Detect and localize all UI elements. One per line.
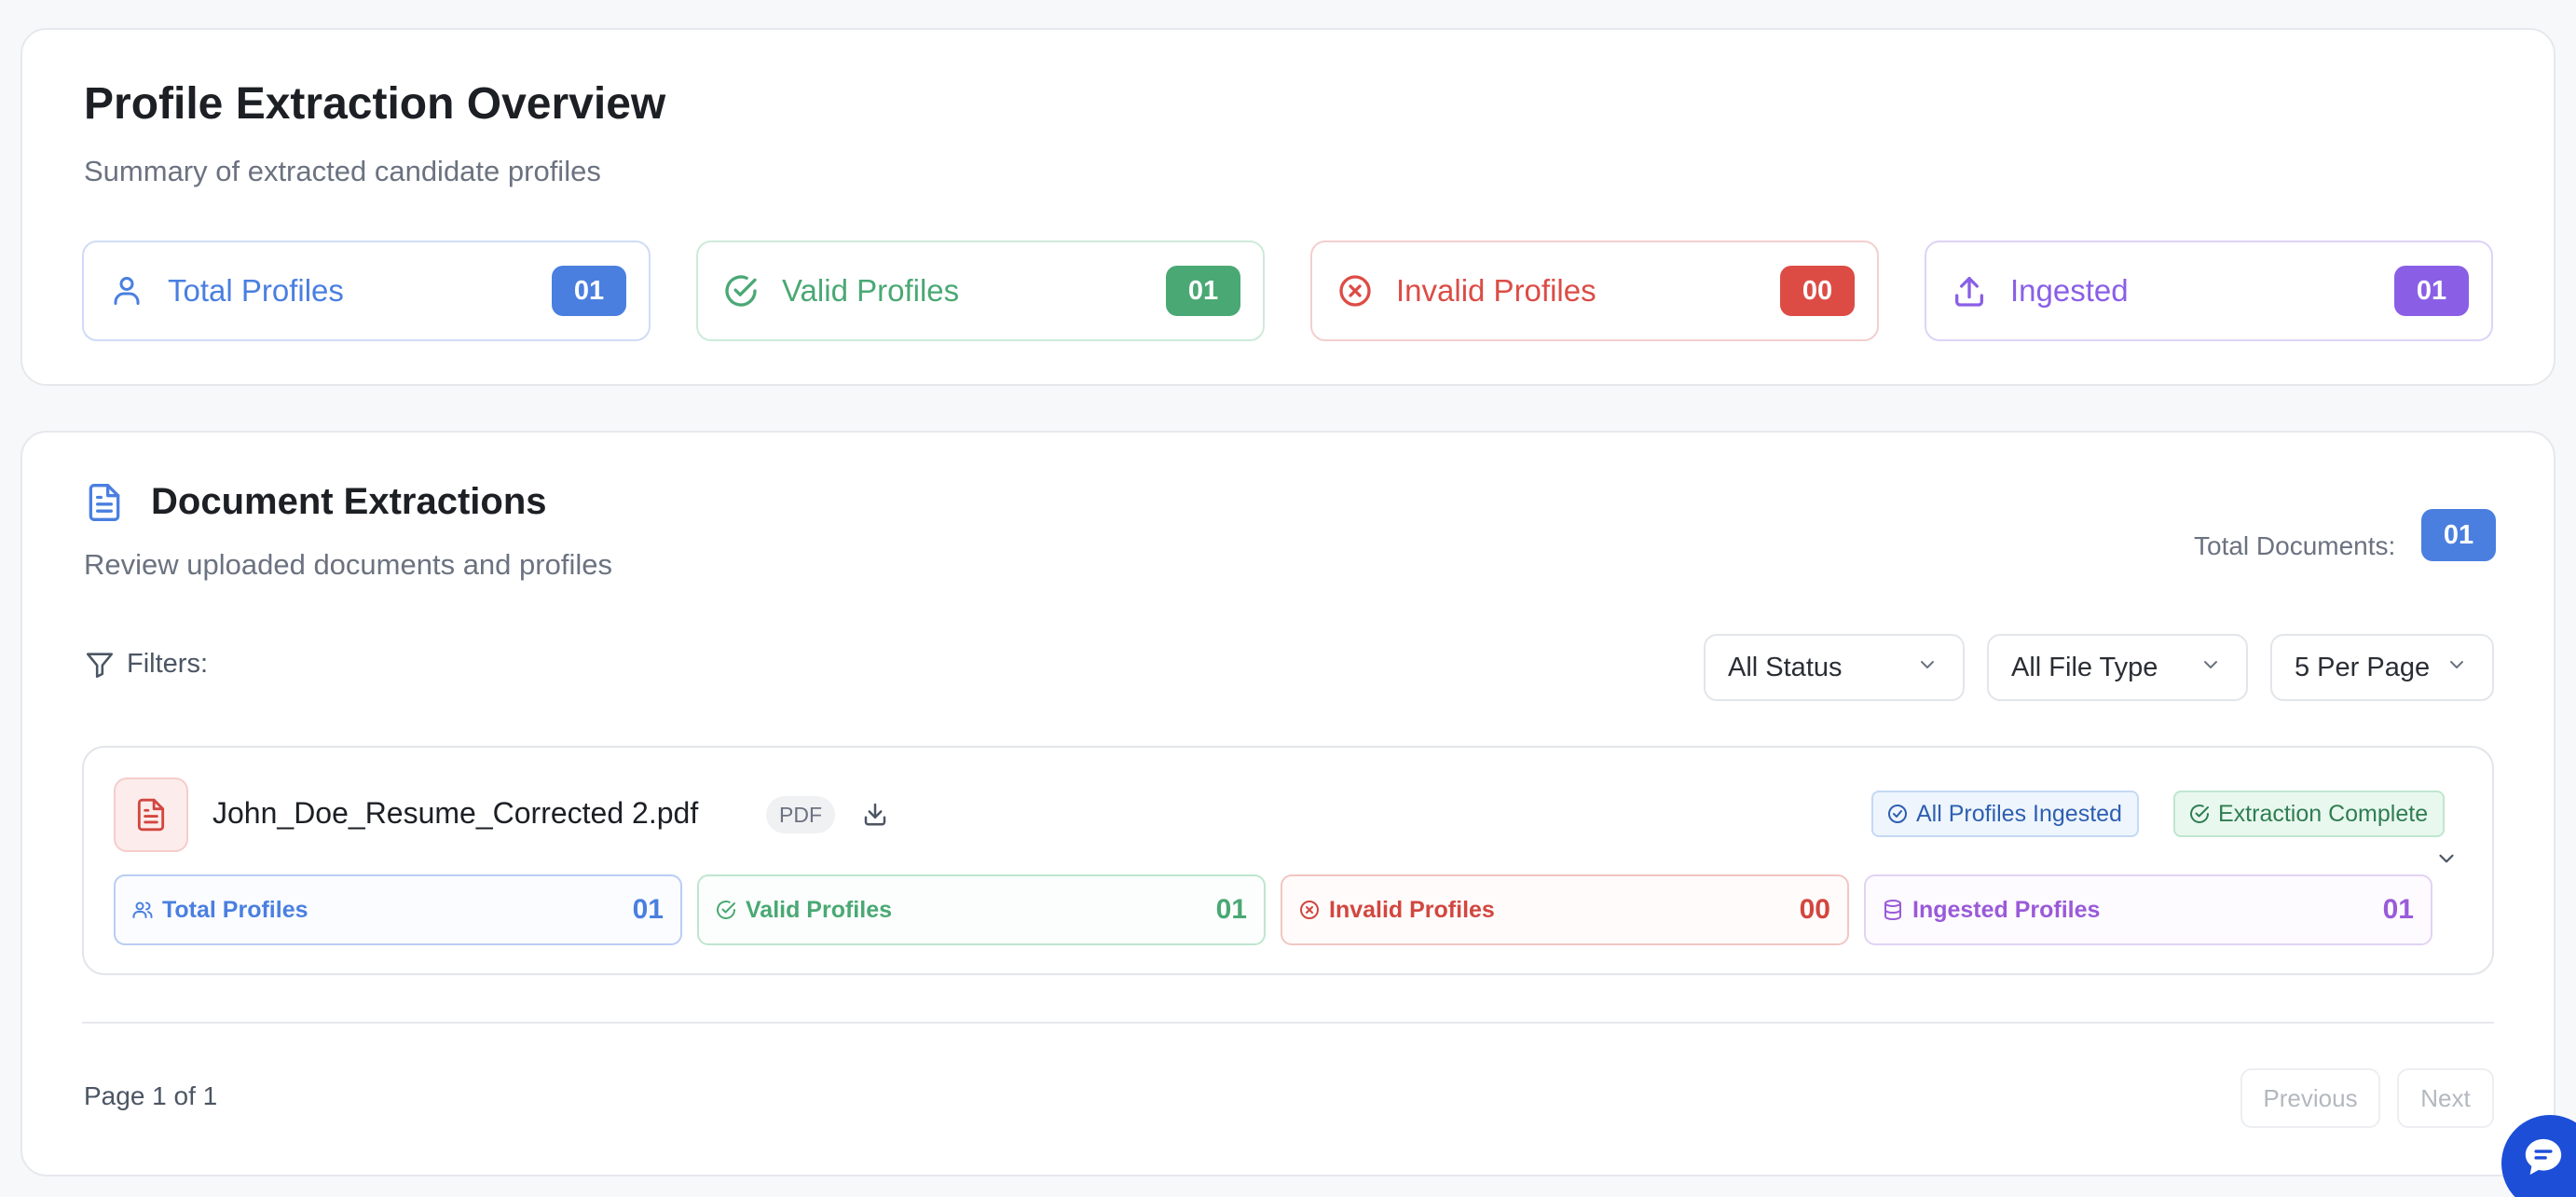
doc-stat-label: Valid Profiles: [746, 896, 893, 923]
document-icon: [84, 479, 125, 530]
doc-stat-valid-profiles: Valid Profiles 01: [697, 874, 1266, 945]
database-icon: [1881, 898, 1905, 922]
doc-stat-value: 01: [1215, 894, 1247, 925]
stat-badge: 01: [2394, 266, 2469, 316]
extraction-complete-tag: Extraction Complete: [2173, 791, 2446, 837]
file-type-badge: PDF: [766, 796, 835, 833]
pdf-file-icon: [114, 777, 188, 852]
file-type-select-value: All File Type: [2011, 652, 2158, 682]
next-button[interactable]: Next: [2397, 1068, 2494, 1128]
per-page-select[interactable]: 5 Per Page: [2270, 634, 2494, 701]
chevron-down-icon: [2446, 653, 2468, 683]
tag-label: Extraction Complete: [2218, 800, 2429, 827]
total-documents-badge: 01: [2421, 509, 2496, 561]
stat-total-profiles: Total Profiles 01: [82, 241, 651, 341]
chevron-down-icon: [2199, 653, 2222, 683]
check-circle-icon: [714, 898, 738, 922]
check-circle-icon: [2188, 803, 2211, 825]
chat-icon: [2522, 1135, 2565, 1183]
document-item[interactable]: John_Doe_Resume_Corrected 2.pdf PDF All …: [82, 746, 2494, 975]
document-extractions-card: Document Extractions Review uploaded doc…: [21, 431, 2555, 1176]
documents-title: Document Extractions: [151, 481, 547, 522]
overview-subtitle: Summary of extracted candidate profiles: [84, 155, 601, 187]
file-type-select[interactable]: All File Type: [1987, 634, 2248, 701]
status-select[interactable]: All Status: [1704, 634, 1965, 701]
download-icon[interactable]: [861, 800, 889, 832]
doc-stat-label: Invalid Profiles: [1329, 896, 1495, 923]
check-circle-icon: [1886, 803, 1909, 825]
upload-icon: [1951, 272, 1988, 310]
divider: [82, 1022, 2494, 1024]
all-profiles-ingested-tag: All Profiles Ingested: [1871, 791, 2139, 837]
stat-valid-profiles: Valid Profiles 01: [696, 241, 1265, 341]
previous-button[interactable]: Previous: [2240, 1068, 2380, 1128]
doc-stat-total-profiles: Total Profiles 01: [114, 874, 682, 945]
doc-stat-label: Ingested Profiles: [1912, 896, 2101, 923]
stat-badge: 00: [1780, 266, 1855, 316]
stat-badge: 01: [1166, 266, 1240, 316]
x-circle-icon: [1336, 272, 1374, 310]
x-circle-icon: [1297, 898, 1322, 922]
check-circle-icon: [722, 272, 760, 310]
doc-stat-ingested-profiles: Ingested Profiles 01: [1864, 874, 2432, 945]
tag-label: All Profiles Ingested: [1916, 800, 2122, 827]
profile-overview-card: Profile Extraction Overview Summary of e…: [21, 28, 2555, 386]
stat-ingested: Ingested 01: [1925, 241, 2493, 341]
doc-stat-value: 01: [2382, 894, 2414, 925]
doc-stat-value: 01: [632, 894, 664, 925]
page-indicator: Page 1 of 1: [84, 1081, 218, 1110]
status-select-value: All Status: [1728, 652, 1843, 682]
doc-stat-invalid-profiles: Invalid Profiles 00: [1281, 874, 1849, 945]
stat-label: Valid Profiles: [782, 273, 960, 308]
filters-label: Filters:: [127, 649, 208, 679]
filter-icon: [84, 649, 116, 685]
stat-badge: 01: [552, 266, 626, 316]
overview-title: Profile Extraction Overview: [84, 79, 666, 129]
documents-subtitle: Review uploaded documents and profiles: [84, 548, 612, 581]
stat-invalid-profiles: Invalid Profiles 00: [1310, 241, 1879, 341]
stat-label: Ingested: [2010, 273, 2129, 308]
document-filename: John_Doe_Resume_Corrected 2.pdf: [212, 796, 699, 830]
user-icon: [108, 272, 145, 310]
users-icon: [130, 898, 155, 922]
per-page-select-value: 5 Per Page: [2295, 652, 2431, 682]
doc-stat-value: 00: [1799, 894, 1830, 925]
chevron-down-icon: [1916, 653, 1939, 683]
doc-stat-label: Total Profiles: [162, 896, 308, 923]
stat-label: Total Profiles: [168, 273, 344, 308]
stat-label: Invalid Profiles: [1396, 273, 1596, 308]
expand-chevron-icon[interactable]: [2434, 846, 2459, 875]
total-documents-label: Total Documents:: [2194, 531, 2396, 560]
